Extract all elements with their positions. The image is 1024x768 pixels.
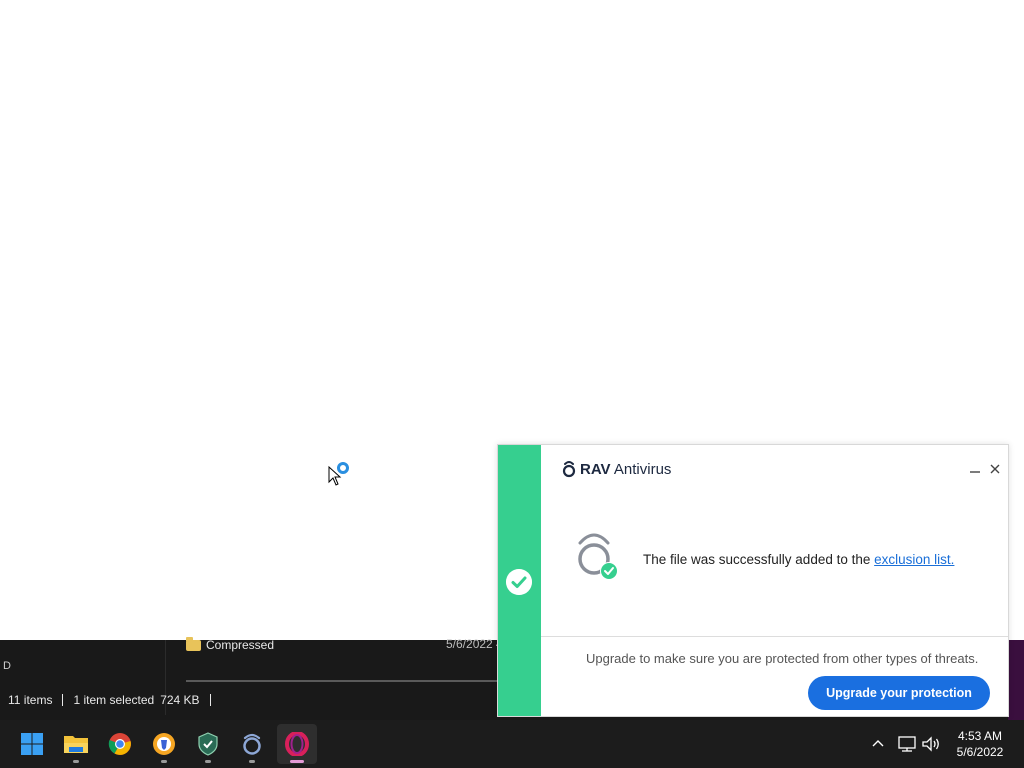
running-indicator [249,760,255,763]
system-tray [868,720,942,768]
chevron-up-icon[interactable] [868,734,888,754]
clock[interactable]: 4:53 AM 5/6/2022 [944,728,1016,760]
brave-icon [153,733,175,755]
start-button[interactable] [12,724,52,764]
busy-cursor-icon [328,462,349,486]
item-count: 11 items [8,693,53,707]
running-indicator [290,760,304,763]
folder-icon [186,636,201,651]
rav-logo: RAV Antivirus [562,459,671,479]
volume-icon[interactable] [920,734,942,754]
taskbar: 4:53 AM 5/6/2022 [0,720,1024,768]
file-date: 5/6/2022 4 [446,637,503,651]
minimize-button[interactable] [968,462,982,476]
taskbar-opera[interactable] [277,724,317,764]
status-bar: 11 items 1 item selected 724 KB [8,692,221,708]
network-icon[interactable] [896,734,918,754]
status-separator [209,694,211,706]
divider [541,636,1008,637]
upsell-text: Upgrade to make sure you are protected f… [586,651,979,666]
opera-icon [285,732,309,756]
taskbar-security-app[interactable] [188,724,228,764]
upgrade-protection-button[interactable]: Upgrade your protection [808,676,990,710]
taskbar-file-explorer[interactable] [56,724,96,764]
shield-app-icon [198,732,218,756]
file-name: Compressed [206,638,275,652]
start-icon [21,733,43,755]
file-row-compressed[interactable]: Compressed [186,636,274,654]
brand-bold: RAV [580,460,611,478]
running-indicator [161,760,167,763]
rav-protected-icon [578,533,618,580]
rav-antivirus-notification: RAV Antivirus The file was successfully … [497,444,1009,717]
close-button[interactable] [988,462,1002,476]
message-text: The file was successfully added to the [643,552,875,567]
exclusion-list-link[interactable]: exclusion list. [874,552,954,567]
notification-message: The file was successfully added to the e… [643,552,954,567]
clock-time: 4:53 AM [957,729,1003,743]
brand-rest: Antivirus [610,460,672,478]
chrome-icon [108,733,131,755]
background-window-edge [1008,640,1024,720]
horizontal-scrollbar[interactable] [186,680,500,682]
success-check-icon [506,569,532,595]
running-indicator [73,760,79,763]
selection-count: 1 item selected [73,693,155,707]
success-stripe [498,445,541,716]
taskbar-chrome[interactable] [100,724,140,764]
selection-size: 724 KB [160,693,200,707]
taskbar-rav[interactable] [232,724,272,764]
nav-pane-letter: D [3,660,11,672]
running-indicator [205,760,211,763]
file-explorer-icon [64,736,88,753]
clock-date: 5/6/2022 [956,745,1004,759]
status-separator [62,694,64,706]
taskbar-brave[interactable] [144,724,184,764]
rav-icon [243,733,261,755]
rav-logo-icon [562,461,576,478]
